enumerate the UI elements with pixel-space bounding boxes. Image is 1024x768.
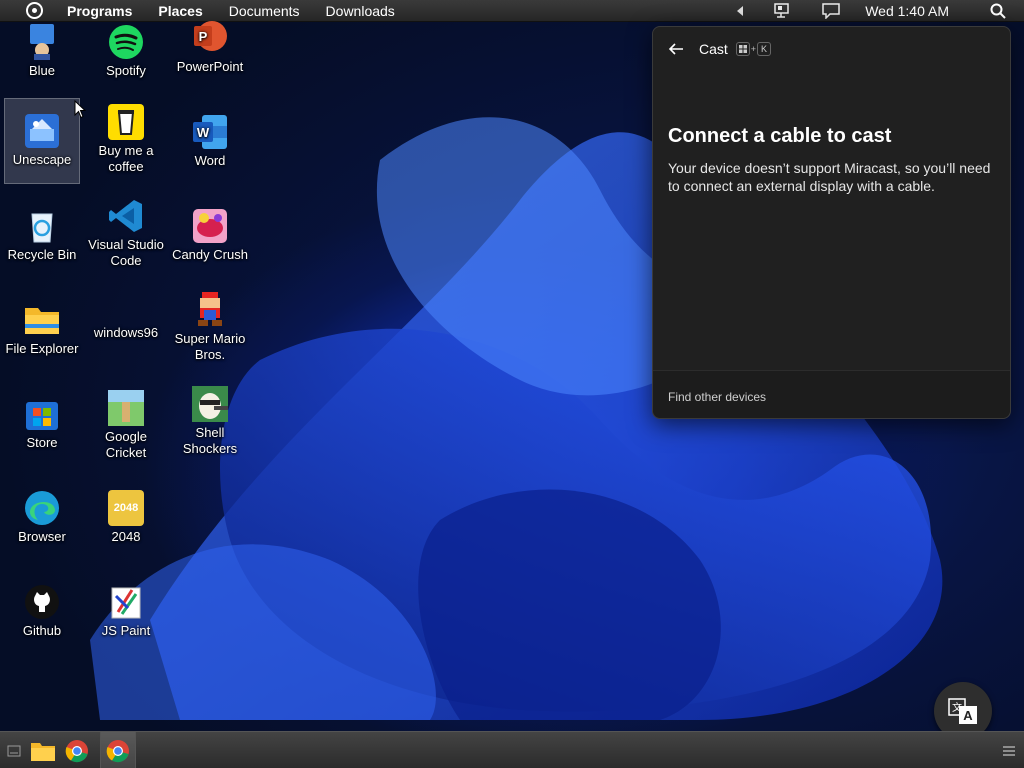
taskbar	[0, 731, 1024, 768]
chrome-icon	[106, 739, 129, 762]
desktop-icon-blue[interactable]: Blue	[0, 24, 84, 79]
menu-programs[interactable]: Programs	[67, 3, 132, 19]
edge-browser-icon	[24, 490, 60, 526]
cast-heading: Connect a cable to cast	[668, 125, 892, 147]
folder-icon	[24, 302, 60, 338]
candy-crush-icon	[192, 208, 228, 244]
top-menu-bar: Programs Places Documents Downloads Wed …	[0, 0, 1024, 22]
cast-title: Cast	[699, 41, 728, 57]
cast-description: Your device doesn’t support Miracast, so…	[668, 160, 991, 194]
taskbar-menu-button[interactable]	[998, 732, 1020, 768]
vscode-icon	[108, 198, 144, 234]
recycle-bin-icon	[24, 208, 60, 244]
shell-shockers-icon	[192, 386, 228, 422]
desktop-icon-buy-me-a-coffee[interactable]: Buy me a coffee	[84, 104, 168, 175]
hamburger-menu-icon	[1003, 745, 1015, 756]
desktop-icon-google-cricket[interactable]: Google Cricket	[84, 390, 168, 461]
desktop-icon-recycle-bin[interactable]: Recycle Bin	[0, 208, 84, 263]
desktop-icon-store[interactable]: Store	[0, 396, 84, 451]
word-icon: W	[192, 114, 228, 150]
cricket-icon	[108, 390, 144, 426]
minimize-windows-icon	[7, 745, 21, 756]
start-logo-icon[interactable]	[26, 2, 43, 19]
taskbar-chrome[interactable]	[62, 732, 92, 768]
desktop-icon-unescape[interactable]: Unescape	[4, 98, 80, 184]
chrome-icon	[65, 739, 88, 762]
unescape-icon	[24, 113, 60, 149]
desktop-icon-browser[interactable]: Browser	[0, 490, 84, 545]
search-icon[interactable]	[990, 3, 1006, 19]
show-desktop-button[interactable]	[4, 732, 24, 768]
desktop-icon-github[interactable]: Github	[0, 584, 84, 639]
folder-icon	[31, 742, 55, 761]
desktop-icon-vscode[interactable]: Visual Studio Code	[84, 198, 168, 269]
svg-text:P: P	[199, 29, 208, 44]
svg-text:A: A	[963, 708, 973, 723]
blue-icon	[24, 24, 60, 60]
cast-header: Cast + K	[667, 41, 772, 57]
desktop-icon-js-paint[interactable]: JS Paint	[84, 584, 168, 639]
find-other-devices-link[interactable]: Find other devices	[668, 390, 766, 404]
mouse-cursor-icon	[74, 100, 86, 119]
powerpoint-icon: P	[192, 20, 228, 56]
network-icon[interactable]	[774, 3, 792, 19]
mario-icon	[192, 292, 228, 328]
taskbar-file-explorer[interactable]	[28, 732, 58, 768]
desktop-icon-candy-crush[interactable]: Candy Crush	[168, 208, 252, 263]
tray-arrow-left-icon[interactable]	[736, 6, 744, 16]
desktop-icon-shell-shockers[interactable]: Shell Shockers	[168, 386, 252, 457]
back-arrow-icon[interactable]	[667, 41, 685, 57]
menu-downloads[interactable]: Downloads	[326, 3, 395, 19]
shortcut-plus-icon: +	[750, 44, 757, 54]
desktop-icon-2048[interactable]: 2048 2048	[84, 490, 168, 545]
desktop-icon-file-explorer[interactable]: File Explorer	[0, 302, 84, 357]
clock[interactable]: Wed 1:40 AM	[865, 3, 949, 19]
desktop-icon-super-mario-bros[interactable]: Super Mario Bros.	[168, 292, 252, 363]
cast-footer: Find other devices	[653, 370, 1010, 418]
coffee-cup-icon	[108, 104, 144, 140]
windows-key-icon	[735, 42, 750, 56]
menu-documents[interactable]: Documents	[229, 3, 300, 19]
cast-panel: Cast + K Connect a cable to cast Your de…	[652, 26, 1011, 419]
desktop-icon-spotify[interactable]: Spotify	[84, 24, 168, 79]
paint-icon	[108, 584, 144, 620]
notification-icon[interactable]	[822, 3, 840, 19]
menu-places[interactable]: Places	[158, 3, 202, 19]
2048-tile-icon: 2048	[108, 490, 144, 526]
desktop-icon-powerpoint[interactable]: P PowerPoint	[168, 20, 252, 75]
svg-text:W: W	[197, 125, 210, 140]
shortcut-key: K	[757, 42, 772, 56]
desktop-icon-word[interactable]: W Word	[168, 114, 252, 169]
taskbar-chrome-active-window[interactable]	[100, 732, 136, 768]
github-icon	[24, 584, 60, 620]
spotify-icon	[108, 24, 144, 60]
desktop-icon-windows96[interactable]: windows96	[84, 325, 168, 341]
store-icon	[24, 396, 60, 432]
